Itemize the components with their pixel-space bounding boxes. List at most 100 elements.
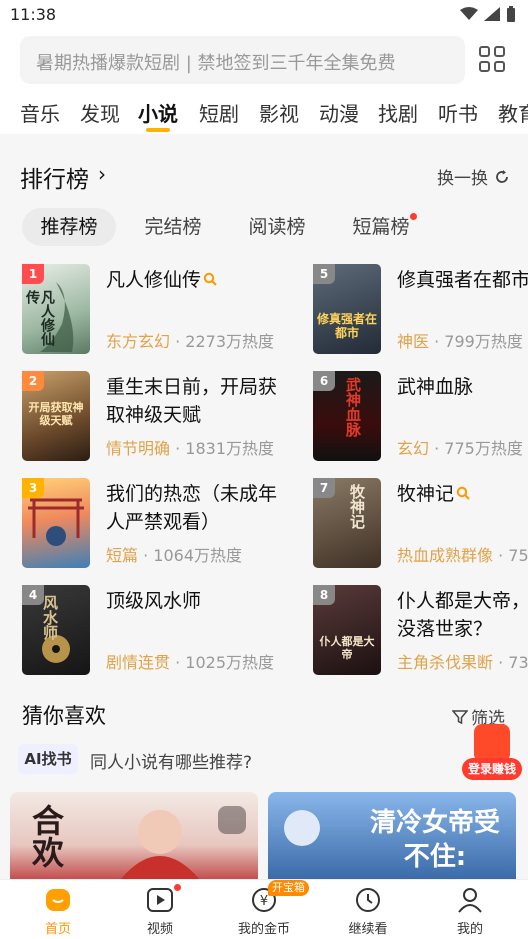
video-icon (147, 888, 173, 912)
ranking-title[interactable]: 排行榜 (20, 160, 89, 194)
book-meta: 情节明确 · 1831万热度 (106, 439, 274, 458)
tab-audiobook[interactable]: 听书 (438, 98, 478, 127)
rank-badge: 8 (313, 585, 335, 605)
rank-badge: 7 (313, 478, 335, 498)
book-title: 凡人修仙传 (106, 266, 217, 294)
nav-mine[interactable]: 我的 (430, 884, 510, 938)
bottom-nav: 首页 视频 ¥ 我的金币 继续看 我的 (0, 879, 528, 939)
search-placeholder: 暑期热播爆款短剧 | 禁地签到三千年全集免费 (36, 53, 396, 74)
search-icon (203, 272, 217, 286)
card-book-icon (218, 806, 246, 834)
book-item[interactable]: 仆人都是大帝 8 仆人都是大帝， 没落世家？ 主角杀伐果断 · 73 (313, 585, 528, 677)
channel-tabs: 音乐 发现 小说 短剧 影视 动漫 找剧 听书 教育 (0, 92, 528, 134)
nav-mine-label: 我的 (456, 922, 483, 937)
recommend-card[interactable]: 清冷女帝受不住: (268, 792, 516, 880)
nav-continue-label: 继续看 (348, 922, 388, 937)
signal-icon (484, 7, 500, 21)
cover-title: 修真强者在都市 (317, 312, 378, 340)
refresh-button[interactable]: 换一换 (437, 164, 510, 189)
subtab-completed[interactable]: 完结榜 (130, 208, 216, 246)
book-item[interactable]: 开局获取神级天赋 2 重生末日前，开局获 取神级天赋 情节明确 · 1831万热度 (22, 371, 292, 463)
cover-title: 凡人修仙传 (24, 290, 55, 346)
book-meta: 神医 · 799万热度 (397, 332, 523, 351)
new-dot (174, 884, 181, 891)
subtab-recommended[interactable]: 推荐榜 (22, 208, 116, 246)
book-item[interactable]: 凡人修仙传 1 凡人修仙传 东方玄幻 · 2273万热度 (22, 264, 292, 356)
cover-title: 开局获取神级天赋 (28, 401, 84, 427)
search-row: 暑期热播爆款短剧 | 禁地签到三千年全集免费 (0, 30, 528, 92)
tab-discover[interactable]: 发现 (80, 98, 120, 127)
clock-icon (356, 888, 380, 912)
guess-title: 猜你喜欢 (22, 704, 106, 728)
red-envelope-icon (474, 724, 510, 762)
nav-video-label: 视频 (146, 922, 173, 937)
book-title: 仆人都是大帝， 没落世家？ (397, 590, 528, 640)
status-bar: 11:38 (0, 0, 528, 30)
search-input[interactable]: 暑期热播爆款短剧 | 禁地签到三千年全集免费 (20, 36, 465, 84)
nav-home-label: 首页 (44, 922, 71, 937)
book-meta: 玄幻 · 775万热度 (397, 439, 523, 458)
filter-icon (452, 709, 468, 724)
book-meta: 热血成熟群像 · 75 (397, 546, 528, 565)
book-meta: 主角杀伐果断 · 73 (397, 653, 528, 672)
book-meta: 东方玄幻 · 2273万热度 (106, 332, 274, 351)
ai-find-book-badge[interactable]: AI找书 (18, 744, 78, 774)
tab-film-tv[interactable]: 影视 (259, 98, 299, 127)
rank-badge: 1 (22, 264, 44, 284)
tab-novel[interactable]: 小说 (138, 98, 178, 127)
ranking-panel: 排行榜 › 换一换 推荐榜 完结榜 阅读榜 短篇榜 凡人修仙传 1 凡人修仙传 … (0, 142, 528, 682)
battery-icon (507, 6, 515, 22)
book-item[interactable]: 修真强者在都市 5 修真强者在都市 神医 · 799万热度 (313, 264, 528, 356)
nav-continue[interactable]: 继续看 (328, 884, 408, 938)
treasure-box-tag: 开宝箱 (268, 880, 309, 896)
login-reward-label: 登录赚钱 (462, 758, 522, 780)
tab-find-drama[interactable]: 找剧 (378, 98, 418, 127)
status-icons (460, 6, 516, 22)
card-art (284, 810, 320, 846)
category-grid-icon[interactable] (478, 45, 506, 73)
book-title: 我们的热恋（未成年 人严禁观看） (106, 483, 278, 533)
cover-title: 牧神记 (348, 484, 366, 529)
search-icon (456, 486, 470, 500)
refresh-label: 换一换 (437, 169, 488, 189)
rank-badge: 2 (22, 371, 44, 391)
book-meta: 剧情连贯 · 1025万热度 (106, 653, 274, 672)
ai-query-link[interactable]: 同人小说有哪些推荐? (90, 748, 252, 773)
home-icon (46, 889, 70, 911)
refresh-icon (496, 169, 508, 183)
book-item[interactable]: 3 我们的热恋（未成年 人严禁观看） 短篇 · 1064万热度 (22, 478, 292, 570)
nav-video[interactable]: 视频 (120, 884, 200, 938)
tab-anime[interactable]: 动漫 (319, 98, 359, 127)
nav-coins-label: 我的金币 (237, 922, 290, 937)
rank-badge: 5 (313, 264, 335, 284)
card-art (120, 810, 200, 880)
tab-education[interactable]: 教育 (498, 98, 528, 127)
chevron-right-icon[interactable]: › (98, 162, 106, 186)
book-title: 修真强者在都市 (397, 269, 528, 291)
status-time: 11:38 (10, 5, 57, 24)
book-item[interactable]: 武神血脉 6 武神血脉 玄幻 · 775万热度 (313, 371, 528, 463)
book-meta: 短篇 · 1064万热度 (106, 546, 242, 565)
active-tab-indicator (146, 128, 170, 132)
tab-short-drama[interactable]: 短剧 (199, 98, 239, 127)
recommend-card[interactable]: 合欢 (10, 792, 258, 880)
book-title: 牧神记 (397, 480, 470, 508)
nav-home[interactable]: 首页 (18, 884, 98, 938)
book-item[interactable]: 风水师 4 顶级风水师 剧情连贯 · 1025万热度 (22, 585, 292, 677)
wifi-icon (460, 7, 478, 20)
cover-title: 武神血脉 (344, 377, 362, 437)
book-item[interactable]: 牧神记 7 牧神记 热血成熟群像 · 75 (313, 478, 528, 570)
tab-music[interactable]: 音乐 (20, 98, 60, 127)
ranking-sub-tabs: 推荐榜 完结榜 阅读榜 短篇榜 (0, 208, 528, 248)
book-title: 重生末日前，开局获 取神级天赋 (106, 376, 278, 426)
cover-title: 仆人都是大帝 (319, 635, 375, 661)
rank-badge: 3 (22, 478, 44, 498)
new-dot (410, 213, 417, 220)
subtab-reading[interactable]: 阅读榜 (234, 208, 320, 246)
login-reward-float[interactable]: 登录赚钱 (462, 724, 522, 780)
user-icon (458, 888, 482, 913)
rank-badge: 4 (22, 585, 44, 605)
book-title: 武神血脉 (397, 376, 474, 398)
rank-badge: 6 (313, 371, 335, 391)
book-title: 顶级风水师 (106, 590, 202, 612)
